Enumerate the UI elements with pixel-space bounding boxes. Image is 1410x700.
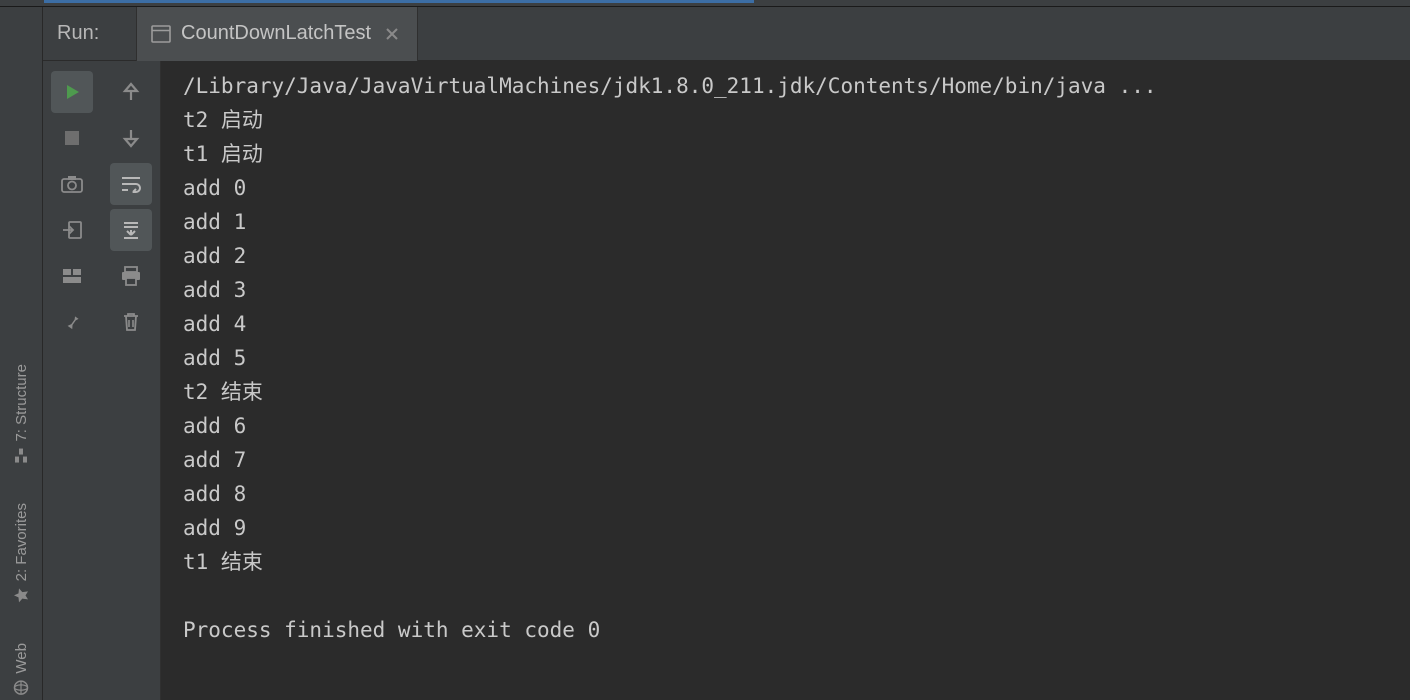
favorites-tool-window-button[interactable]: 2: Favorites	[13, 503, 30, 603]
down-stack-button[interactable]	[110, 117, 152, 159]
exit-button[interactable]	[51, 209, 93, 251]
run-config-tab[interactable]: CountDownLatchTest	[136, 7, 418, 61]
run-icon	[62, 82, 82, 102]
scroll-to-end-button[interactable]	[110, 209, 152, 251]
pin-button[interactable]	[51, 301, 93, 343]
application-icon	[151, 25, 171, 43]
structure-tool-window-button[interactable]: 7: Structure	[13, 364, 30, 464]
scroll-end-icon	[121, 220, 141, 240]
stop-button[interactable]	[51, 117, 93, 159]
camera-icon	[61, 175, 83, 193]
star-icon	[13, 587, 29, 603]
web-tool-window-button[interactable]: Web	[13, 643, 30, 696]
layout-icon	[62, 268, 82, 284]
web-label: Web	[13, 643, 30, 674]
console-output[interactable]: /Library/Java/JavaVirtualMachines/jdk1.8…	[161, 61, 1410, 700]
print-icon	[120, 266, 142, 286]
top-progress-bar	[0, 0, 1410, 7]
structure-panel-icon	[13, 447, 29, 463]
print-button[interactable]	[110, 255, 152, 297]
left-tool-rail: 7: Structure 2: Favorites Web	[0, 7, 43, 700]
stop-icon	[63, 129, 81, 147]
run-config-title: CountDownLatchTest	[181, 22, 371, 45]
softwrap-button[interactable]	[110, 163, 152, 205]
run-toolbar-primary	[43, 61, 101, 700]
close-icon[interactable]	[381, 25, 403, 43]
rerun-button[interactable]	[51, 71, 93, 113]
pin-icon	[63, 313, 81, 331]
favorites-label: 2: Favorites	[13, 503, 30, 581]
globe-icon	[13, 680, 29, 696]
wrap-icon	[120, 175, 142, 193]
run-label: Run:	[43, 22, 136, 45]
trash-icon	[122, 312, 140, 332]
up-icon	[122, 82, 140, 102]
export-icon	[62, 220, 82, 240]
run-tool-tabbar: Run: CountDownLatchTest	[43, 7, 1410, 61]
structure-label: 7: Structure	[13, 364, 30, 442]
up-stack-button[interactable]	[110, 71, 152, 113]
down-icon	[122, 128, 140, 148]
layout-button[interactable]	[51, 255, 93, 297]
run-toolbar-secondary	[101, 61, 161, 700]
dump-threads-button[interactable]	[51, 163, 93, 205]
clear-all-button[interactable]	[110, 301, 152, 343]
